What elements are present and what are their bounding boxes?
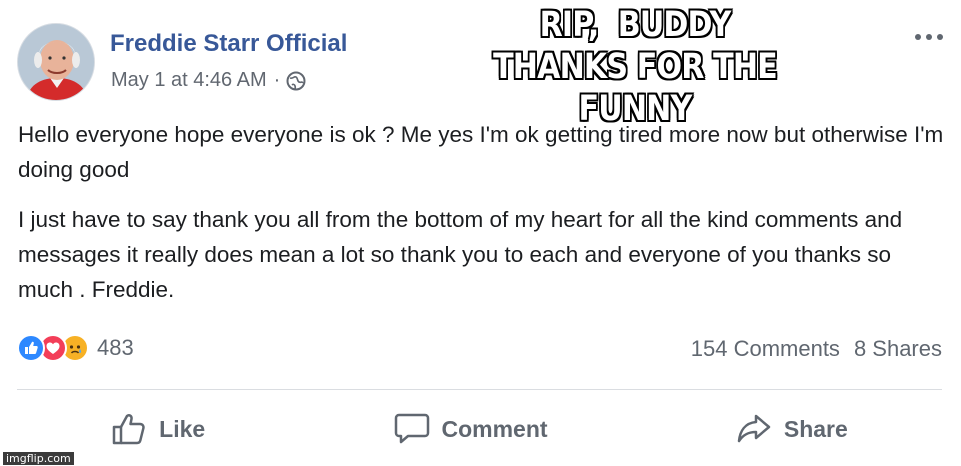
author-name-link[interactable]: Freddie Starr Official: [110, 30, 347, 58]
speech-bubble-icon: [394, 412, 430, 446]
facebook-post: Freddie Starr Official May 1 at 4:46 AM …: [0, 0, 961, 466]
engagement-counts: 154 Comments 8 Shares: [691, 336, 942, 362]
shares-count-link[interactable]: 8 Shares: [854, 336, 942, 362]
share-arrow-icon: [736, 412, 772, 446]
post-paragraph-2: I just have to say thank you all from th…: [18, 207, 903, 302]
meme-caption-line1: RIP, BUDDY: [539, 5, 732, 45]
comments-count-link[interactable]: 154 Comments: [691, 336, 840, 362]
comment-button[interactable]: Comment: [394, 412, 548, 446]
meme-caption: RIP, BUDDY THANKS FOR THE FUNNY: [433, 4, 837, 130]
author-avatar[interactable]: [17, 23, 95, 101]
action-divider: [17, 389, 942, 390]
post-actions-bar: Like Comment Share: [17, 404, 942, 454]
post-meta: May 1 at 4:46 AM ·: [111, 69, 306, 92]
thumbs-up-icon: [111, 412, 147, 446]
post-timestamp[interactable]: May 1 at 4:46 AM: [111, 69, 267, 92]
post-paragraph-1: Hello everyone hope everyone is ok ? Me …: [18, 122, 944, 182]
meta-separator: ·: [273, 69, 281, 91]
reactions-summary[interactable]: 483: [17, 334, 134, 362]
like-reaction-icon: [17, 334, 45, 362]
globe-icon[interactable]: [286, 71, 306, 91]
avatar-portrait: [18, 24, 94, 100]
reaction-count: 483: [97, 335, 134, 360]
like-label: Like: [159, 415, 206, 442]
comment-label: Comment: [441, 415, 548, 442]
like-button[interactable]: Like: [111, 412, 205, 446]
imgflip-watermark: imgflip.com: [3, 452, 74, 465]
share-button[interactable]: Share: [736, 412, 848, 446]
share-label: Share: [783, 415, 848, 442]
more-options-icon[interactable]: [915, 34, 949, 44]
